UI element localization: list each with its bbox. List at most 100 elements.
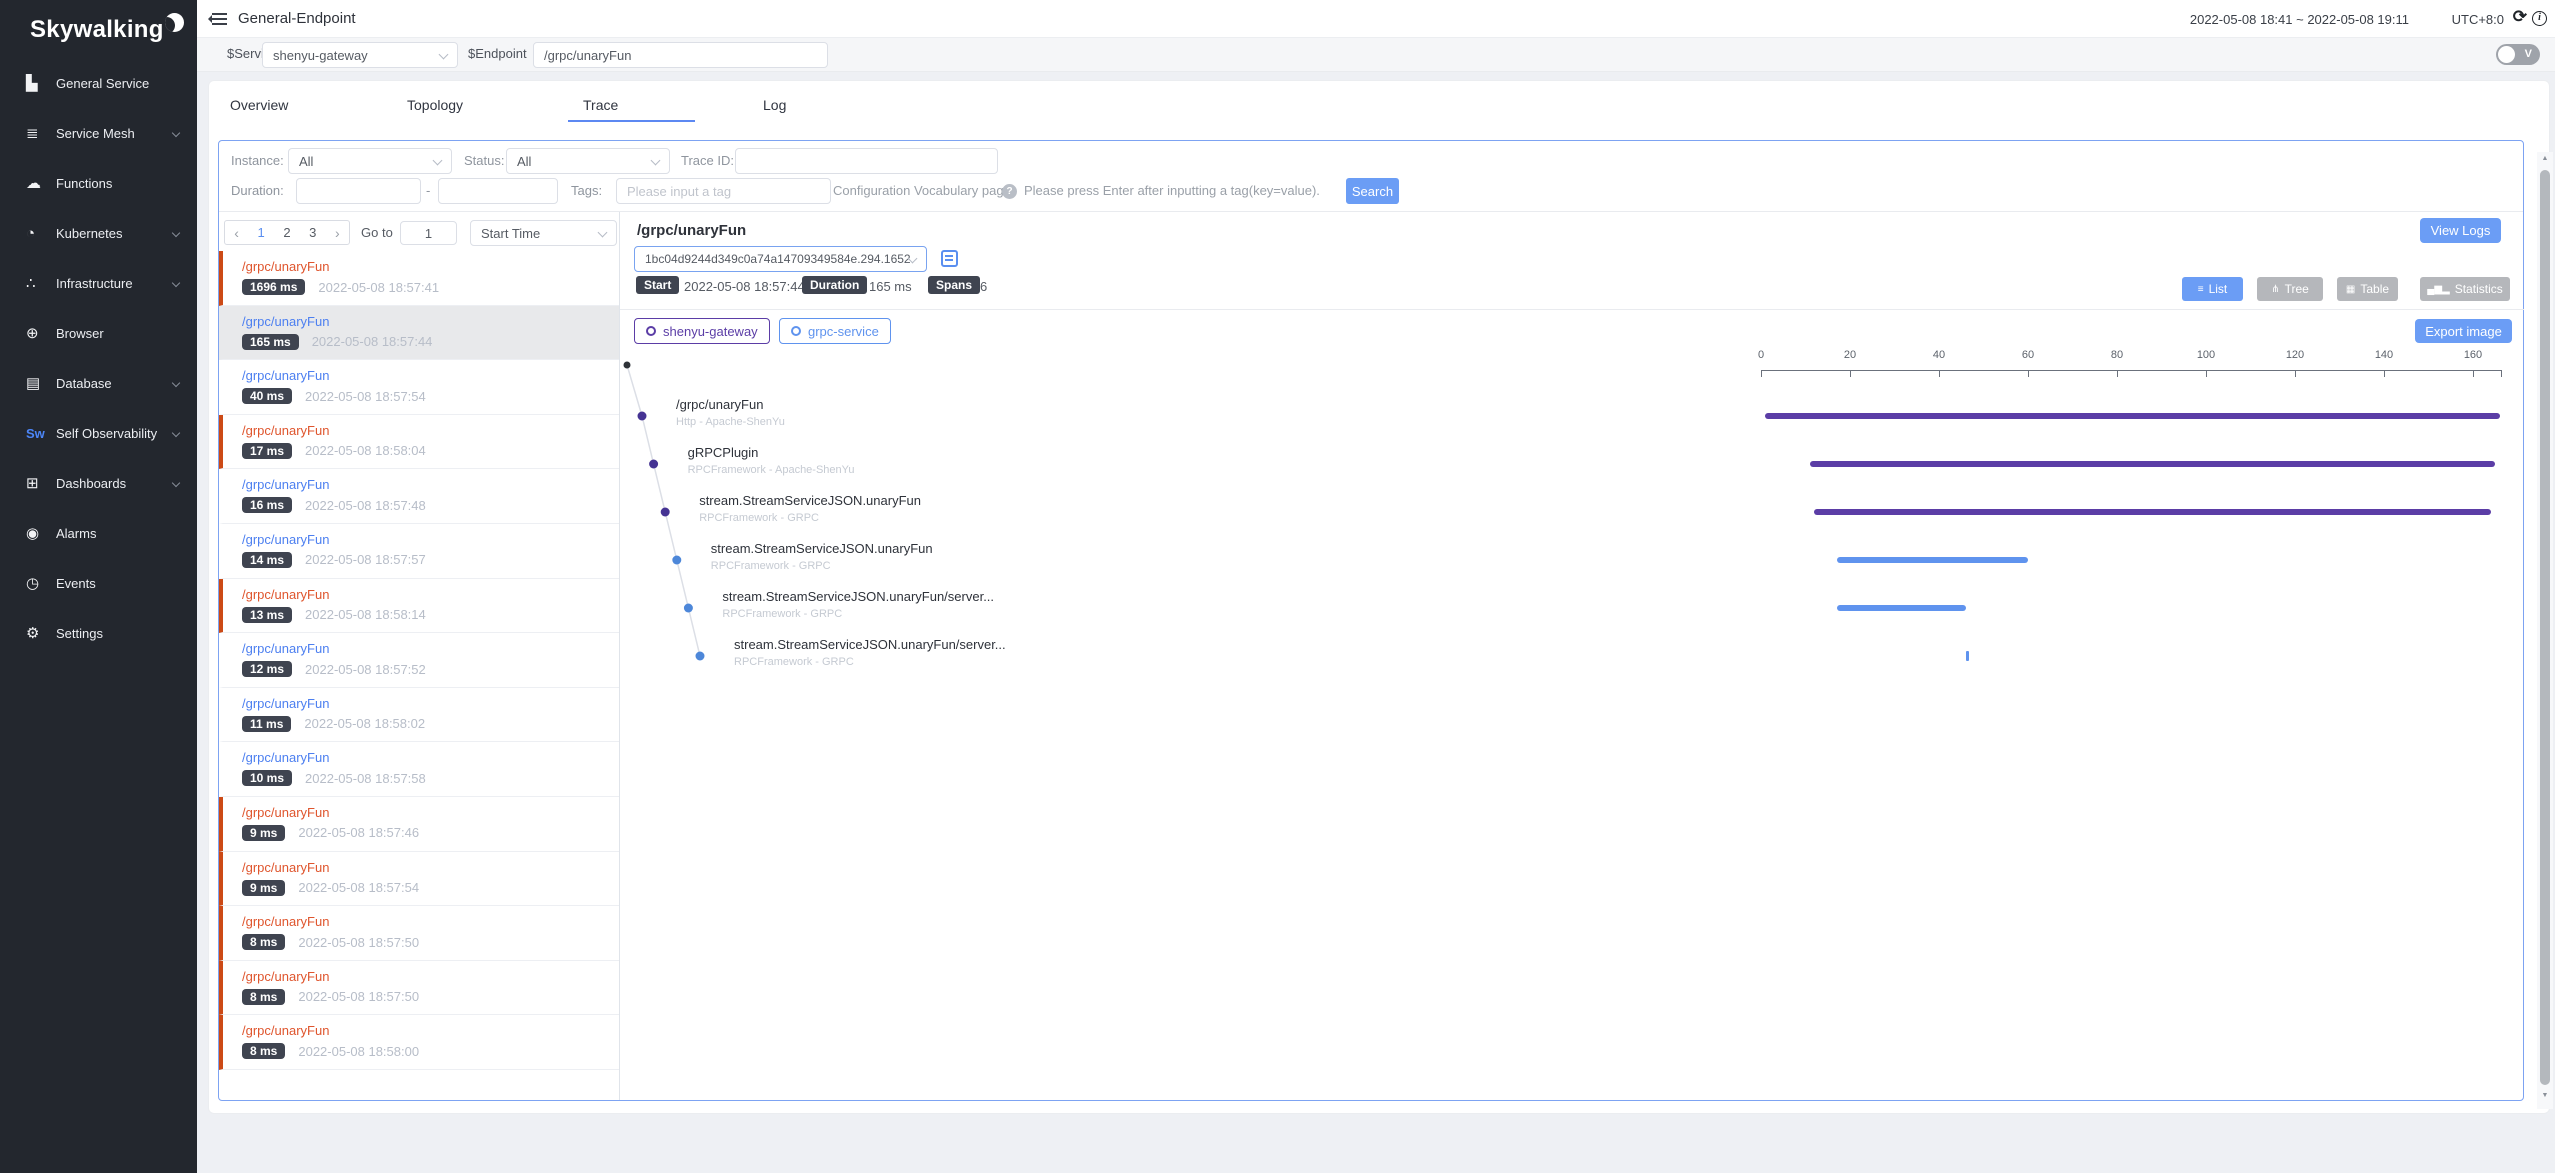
trace-endpoint-name: /grpc/unaryFun <box>242 532 611 547</box>
view-mode-label: Tree <box>2285 282 2309 296</box>
trace-id-select[interactable]: 1bc04d9244d349c0a74a14709349584e.294.165… <box>634 246 927 272</box>
trace-start-time: 2022-05-08 18:57:46 <box>298 825 419 840</box>
trace-start-time: 2022-05-08 18:57:50 <box>298 935 419 950</box>
sidebar-item-events[interactable]: ◷Events <box>0 558 197 608</box>
list-view-button[interactable]: ≡List <box>2182 277 2243 301</box>
sidebar-item-general-service[interactable]: ▙General Service <box>0 58 197 108</box>
copy-trace-id-icon[interactable] <box>941 250 958 267</box>
start-value: 2022-05-08 18:57:44 <box>684 279 805 294</box>
service-chip-shenyu-gateway[interactable]: shenyu-gateway <box>634 318 770 344</box>
instance-select[interactable]: All <box>288 148 452 174</box>
refresh-icon[interactable]: ⟳ <box>2513 7 2527 27</box>
table-icon: ▦ <box>2346 284 2355 295</box>
trace-endpoint-name: /grpc/unaryFun <box>242 805 611 820</box>
trace-list-item[interactable]: /grpc/unaryFun1696 ms2022-05-08 18:57:41 <box>219 251 619 306</box>
time-range[interactable]: 2022-05-08 18:41 ~ 2022-05-08 19:11 <box>2190 12 2409 27</box>
sidebar-item-kubernetes[interactable]: ◔Kubernetes <box>0 208 197 258</box>
trace-list-item[interactable]: /grpc/unaryFun40 ms2022-05-08 18:57:54 <box>219 360 619 415</box>
trace-meta: 8 ms2022-05-08 18:57:50 <box>242 934 611 950</box>
statistics-view-button[interactable]: ▄▆▂Statistics <box>2420 277 2510 301</box>
trace-list-item[interactable]: /grpc/unaryFun10 ms2022-05-08 18:57:58 <box>219 742 619 797</box>
tab-log[interactable]: Log <box>763 97 786 113</box>
sidebar-item-self-observability[interactable]: SwSelf Observability <box>0 408 197 458</box>
trace-list-item[interactable]: /grpc/unaryFun17 ms2022-05-08 18:58:04 <box>219 415 619 470</box>
trace-list-item[interactable]: /grpc/unaryFun9 ms2022-05-08 18:57:54 <box>219 852 619 907</box>
tags-input[interactable] <box>616 178 831 204</box>
trace-id-label: Trace ID: <box>681 153 734 168</box>
page-button-3[interactable]: 3 <box>309 225 316 240</box>
chevron-down-icon <box>172 229 180 237</box>
sidebar-item-infrastructure[interactable]: ∴Infrastructure <box>0 258 197 308</box>
menu-fold-icon[interactable] <box>212 13 227 25</box>
endpoint-input[interactable] <box>533 42 828 68</box>
trace-meta: 14 ms2022-05-08 18:57:57 <box>242 552 611 568</box>
sidebar-item-service-mesh[interactable]: ≣Service Mesh <box>0 108 197 158</box>
trace-list-item[interactable]: /grpc/unaryFun13 ms2022-05-08 18:58:14 <box>219 579 619 634</box>
trace-list-item[interactable]: /grpc/unaryFun12 ms2022-05-08 18:57:52 <box>219 633 619 688</box>
scrollbar-up-arrow[interactable]: ▲ <box>2537 155 2553 162</box>
trace-duration-badge: 12 ms <box>242 661 292 677</box>
scrollbar-down-arrow[interactable]: ▼ <box>2537 1092 2553 1099</box>
trace-start-time: 2022-05-08 18:57:50 <box>298 989 419 1004</box>
page-button-1[interactable]: 1 <box>258 225 265 240</box>
table-view-button[interactable]: ▦Table <box>2337 277 2398 301</box>
trace-list-item[interactable]: /grpc/unaryFun11 ms2022-05-08 18:58:02 <box>219 688 619 743</box>
sidebar-item-settings[interactable]: ⚙Settings <box>0 608 197 658</box>
trace-list-item[interactable]: /grpc/unaryFun8 ms2022-05-08 18:57:50 <box>219 961 619 1016</box>
service-select[interactable]: shenyu-gateway <box>262 42 458 68</box>
sort-select-value: Start Time <box>471 221 616 241</box>
trace-start-time: 2022-05-08 18:58:00 <box>298 1044 419 1059</box>
export-image-button[interactable]: Export image <box>2415 319 2512 343</box>
tags-label: Tags: <box>571 183 602 198</box>
service-chip-grpc-service[interactable]: grpc-service <box>779 318 891 344</box>
trace-list-item[interactable]: /grpc/unaryFun9 ms2022-05-08 18:57:46 <box>219 797 619 852</box>
status-select[interactable]: All <box>506 148 670 174</box>
trace-id-input[interactable] <box>735 148 998 174</box>
help-icon[interactable]: ? <box>1002 184 1017 199</box>
sidebar-item-database[interactable]: ▤Database <box>0 358 197 408</box>
skywalking-sw-icon: Sw <box>26 426 56 441</box>
info-icon[interactable]: i <box>2532 11 2547 26</box>
view-logs-button[interactable]: View Logs <box>2420 218 2501 243</box>
sidebar-item-dashboards[interactable]: ⊞Dashboards <box>0 458 197 508</box>
sidebar-item-browser[interactable]: ⊕Browser <box>0 308 197 358</box>
page-button-2[interactable]: 2 <box>283 225 290 240</box>
trace-duration-badge: 14 ms <box>242 552 292 568</box>
next-page-button[interactable]: › <box>335 225 340 241</box>
page-title: General-Endpoint <box>238 10 356 27</box>
sidebar-item-alarms[interactable]: ◉Alarms <box>0 508 197 558</box>
vocabulary-link[interactable]: Configuration Vocabulary page <box>833 183 1011 198</box>
cloud-icon: ☁ <box>26 174 56 192</box>
sidebar-nav: ▙General Service≣Service Mesh☁Functions◔… <box>0 58 197 658</box>
trace-list-item[interactable]: /grpc/unaryFun8 ms2022-05-08 18:57:50 <box>219 906 619 961</box>
start-badge: Start <box>636 276 679 294</box>
sidebar-item-functions[interactable]: ☁Functions <box>0 158 197 208</box>
scrollbar-thumb[interactable] <box>2540 170 2550 1085</box>
trace-endpoint-name: /grpc/unaryFun <box>242 423 611 438</box>
trace-endpoint-name: /grpc/unaryFun <box>242 750 611 765</box>
sidebar-item-label: Events <box>56 576 96 591</box>
spans-value: 6 <box>980 279 987 294</box>
tab-trace[interactable]: Trace <box>583 97 618 113</box>
duration-min-input[interactable] <box>296 178 421 204</box>
logo-moon-icon <box>165 13 184 32</box>
search-button[interactable]: Search <box>1346 178 1399 204</box>
trace-list-item[interactable]: /grpc/unaryFun16 ms2022-05-08 18:57:48 <box>219 469 619 524</box>
trace-list-item[interactable]: /grpc/unaryFun8 ms2022-05-08 18:58:00 <box>219 1015 619 1070</box>
utc-offset[interactable]: UTC+8:0 <box>2452 12 2504 27</box>
trace-meta: 1696 ms2022-05-08 18:57:41 <box>242 279 611 295</box>
goto-page-input[interactable] <box>400 221 457 245</box>
tree-view-button[interactable]: ⋔Tree <box>2257 277 2323 301</box>
trace-list-item[interactable]: /grpc/unaryFun165 ms2022-05-08 18:57:44 <box>219 306 619 361</box>
tab-topology[interactable]: Topology <box>407 97 463 113</box>
duration-max-input[interactable] <box>438 178 558 204</box>
trace-duration-badge: 165 ms <box>242 334 299 350</box>
chevron-down-icon <box>172 129 180 137</box>
trace-list-item[interactable]: /grpc/unaryFun 14 ms2022-05-08 18:57:57 <box>219 524 619 579</box>
version-toggle[interactable]: V <box>2496 44 2540 65</box>
sort-select[interactable]: Start Time <box>470 220 617 246</box>
instance-label: Instance: <box>231 153 284 168</box>
tab-overview[interactable]: Overview <box>230 97 288 113</box>
trace-endpoint-name: /grpc/unaryFun <box>242 969 611 984</box>
prev-page-button[interactable]: ‹ <box>234 225 239 241</box>
